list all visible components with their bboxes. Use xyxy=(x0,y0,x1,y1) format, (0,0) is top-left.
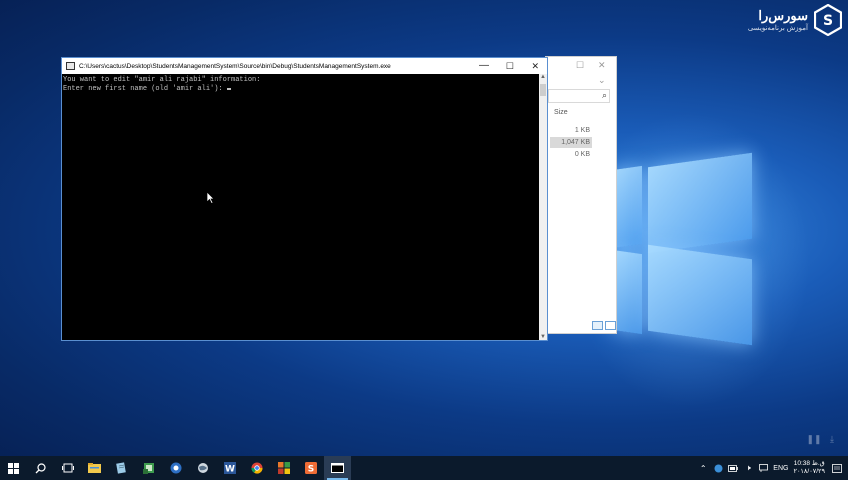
taskbar-chrome[interactable] xyxy=(243,456,270,480)
windows-start-icon xyxy=(8,462,19,474)
explorer-close-button[interactable]: ✕ xyxy=(598,60,606,71)
size-cell[interactable]: 1 KB xyxy=(550,125,592,136)
brand-watermark: سورس‌را آموزش برنامه‌نویسی S xyxy=(748,4,842,36)
maximize-button[interactable]: ☐ xyxy=(506,60,514,72)
app-circle-icon xyxy=(170,462,181,474)
scroll-thumb[interactable] xyxy=(540,84,546,96)
large-icons-view-icon[interactable] xyxy=(605,321,616,330)
close-button[interactable]: ✕ xyxy=(531,60,539,72)
text-cursor xyxy=(226,88,231,90)
speaker-icon[interactable]: 🕨 xyxy=(743,463,753,473)
brand-tagline: آموزش برنامه‌نویسی xyxy=(747,24,808,32)
spreadsheet-icon xyxy=(142,463,154,474)
console-icon xyxy=(331,463,344,473)
mouse-pointer-icon xyxy=(207,192,215,204)
clock-time: 10:38 ق.ظ xyxy=(793,460,825,467)
pause-icon[interactable]: ❚❚ xyxy=(806,434,822,446)
language-indicator[interactable]: ENG xyxy=(773,465,788,472)
file-explorer-window[interactable]: ☐ ✕ ⌄ ⌕ Size 1 KB 1,047 KB 0 KB xyxy=(545,56,617,334)
size-cell[interactable]: 1,047 KB xyxy=(550,137,592,148)
notepad-icon xyxy=(116,462,126,474)
chevron-down-icon[interactable]: ⌄ xyxy=(598,75,606,86)
size-cell[interactable]: 0 KB xyxy=(550,149,592,160)
explorer-maximize-button[interactable]: ☐ xyxy=(576,60,584,71)
task-view-button[interactable] xyxy=(54,456,81,480)
taskbar-spreadsheet[interactable] xyxy=(135,456,162,480)
scroll-down-icon[interactable]: ▼ xyxy=(539,334,547,340)
search-icon: ⌕ xyxy=(601,90,607,100)
taskbar-notepad[interactable] xyxy=(108,456,135,480)
explorer-search-input[interactable]: ⌕ xyxy=(548,89,610,103)
size-column-header[interactable]: Size xyxy=(554,109,568,116)
taskbar-blue-app[interactable] xyxy=(162,456,189,480)
tiles-icon xyxy=(277,462,290,474)
search-icon xyxy=(35,462,46,473)
folder-icon xyxy=(88,463,101,473)
taskbar-file-explorer[interactable] xyxy=(81,456,108,480)
console-title: C:\Users\cactus\Desktop\StudentsManageme… xyxy=(79,62,391,70)
search-button[interactable] xyxy=(27,456,54,480)
network-app-icon[interactable] xyxy=(713,463,723,473)
taskbar-word[interactable]: W xyxy=(216,456,243,480)
taskbar-sublime[interactable]: S xyxy=(297,456,324,480)
svg-text:S: S xyxy=(823,13,833,29)
scroll-up-icon[interactable]: ▲ xyxy=(539,74,547,80)
taskbar-globe-app[interactable] xyxy=(189,456,216,480)
brand-logo-icon: S xyxy=(814,4,842,36)
console-prompt: Enter new first name (old 'amir ali'): xyxy=(63,85,227,93)
svg-text:S: S xyxy=(307,465,313,475)
console-window[interactable]: C:\Users\cactus\Desktop\StudentsManageme… xyxy=(61,57,548,341)
task-view-icon xyxy=(61,463,74,473)
download-icon[interactable]: ⤓ xyxy=(824,434,840,446)
notification-chat-icon[interactable] xyxy=(758,463,768,473)
svg-text:W: W xyxy=(225,465,235,475)
taskbar: W S ⌃ 🕨 ENG 10:38 ق.ظ ۲۰۱۸/۰۷/۲۹ xyxy=(0,456,848,480)
taskbar-office[interactable] xyxy=(270,456,297,480)
clock[interactable]: 10:38 ق.ظ ۲۰۱۸/۰۷/۲۹ xyxy=(793,460,825,476)
console-scrollbar[interactable]: ▲ ▼ xyxy=(539,74,547,340)
details-view-icon[interactable] xyxy=(592,321,603,330)
taskbar-console[interactable] xyxy=(324,456,351,480)
chrome-icon xyxy=(250,462,263,474)
word-icon: W xyxy=(223,462,236,475)
windows-logo-wallpaper xyxy=(612,150,762,350)
brand-name: سورس‌را xyxy=(758,7,808,23)
chevron-up-icon[interactable]: ⌃ xyxy=(698,463,708,473)
console-titlebar[interactable]: C:\Users\cactus\Desktop\StudentsManageme… xyxy=(62,58,547,74)
console-prompt-line: Enter new first name (old 'amir ali'): xyxy=(63,85,538,94)
battery-icon[interactable] xyxy=(728,463,739,473)
console-app-icon xyxy=(66,62,75,70)
explorer-titlebar[interactable]: ☐ ✕ xyxy=(546,57,616,75)
sublime-icon: S xyxy=(304,462,317,475)
action-center-icon[interactable] xyxy=(830,456,844,480)
system-tray: ⌃ 🕨 ENG 10:38 ق.ظ ۲۰۱۸/۰۷/۲۹ xyxy=(698,456,848,480)
minimize-button[interactable]: — xyxy=(479,60,489,72)
console-output[interactable]: You want to edit "amir ali rajabi" infor… xyxy=(62,74,539,340)
console-line: You want to edit "amir ali rajabi" infor… xyxy=(63,76,261,84)
globe-icon xyxy=(197,463,208,473)
clock-date: ۲۰۱۸/۰۷/۲۹ xyxy=(793,468,825,475)
start-button[interactable] xyxy=(0,456,27,480)
